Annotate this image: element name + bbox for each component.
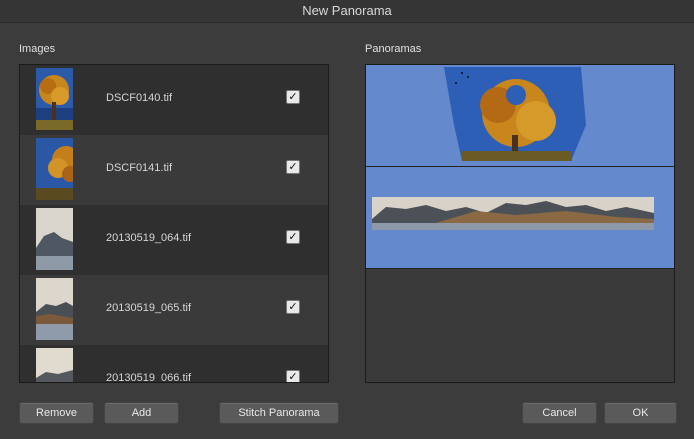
include-checkbox[interactable]: ✓ [286, 230, 300, 244]
ok-button[interactable]: OK [604, 402, 677, 424]
add-button[interactable]: Add [104, 402, 179, 424]
image-row[interactable]: 20130519_066.tif ✓ [20, 345, 328, 383]
image-filename: DSCF0140.tif [106, 92, 173, 104]
images-label: Images [19, 43, 56, 55]
image-row[interactable]: DSCF0140.tif ✓ [20, 65, 328, 135]
include-checkbox[interactable]: ✓ [286, 370, 300, 382]
image-thumbnail [36, 278, 73, 340]
panoramas-label: Panoramas [365, 43, 422, 55]
image-filename: 20130519_066.tif [106, 372, 192, 383]
remove-button[interactable]: Remove [19, 402, 94, 424]
image-thumbnail [36, 208, 73, 270]
include-checkbox[interactable]: ✓ [286, 90, 300, 104]
image-filename: DSCF0141.tif [106, 162, 173, 174]
panorama-preview [366, 167, 674, 268]
image-filename: 20130519_064.tif [106, 232, 192, 244]
panorama-item[interactable] [366, 65, 674, 167]
include-checkbox[interactable]: ✓ [286, 300, 300, 314]
image-row[interactable]: 20130519_065.tif ✓ [20, 275, 328, 345]
image-filename: 20130519_065.tif [106, 302, 192, 314]
panorama-preview [366, 65, 674, 166]
image-row[interactable]: 20130519_064.tif ✓ [20, 205, 328, 275]
image-thumbnail [36, 348, 73, 382]
image-thumbnail [36, 138, 73, 200]
images-list[interactable]: DSCF0140.tif ✓ DSCF0141.tif ✓ 20130519_0… [19, 64, 329, 383]
image-row[interactable]: DSCF0141.tif ✓ [20, 135, 328, 205]
panoramas-list[interactable] [365, 64, 675, 383]
cancel-button[interactable]: Cancel [522, 402, 597, 424]
window-title: New Panorama [0, 0, 694, 23]
include-checkbox[interactable]: ✓ [286, 160, 300, 174]
image-thumbnail [36, 68, 73, 130]
stitch-panorama-button[interactable]: Stitch Panorama [219, 402, 339, 424]
panorama-item[interactable] [366, 167, 674, 269]
